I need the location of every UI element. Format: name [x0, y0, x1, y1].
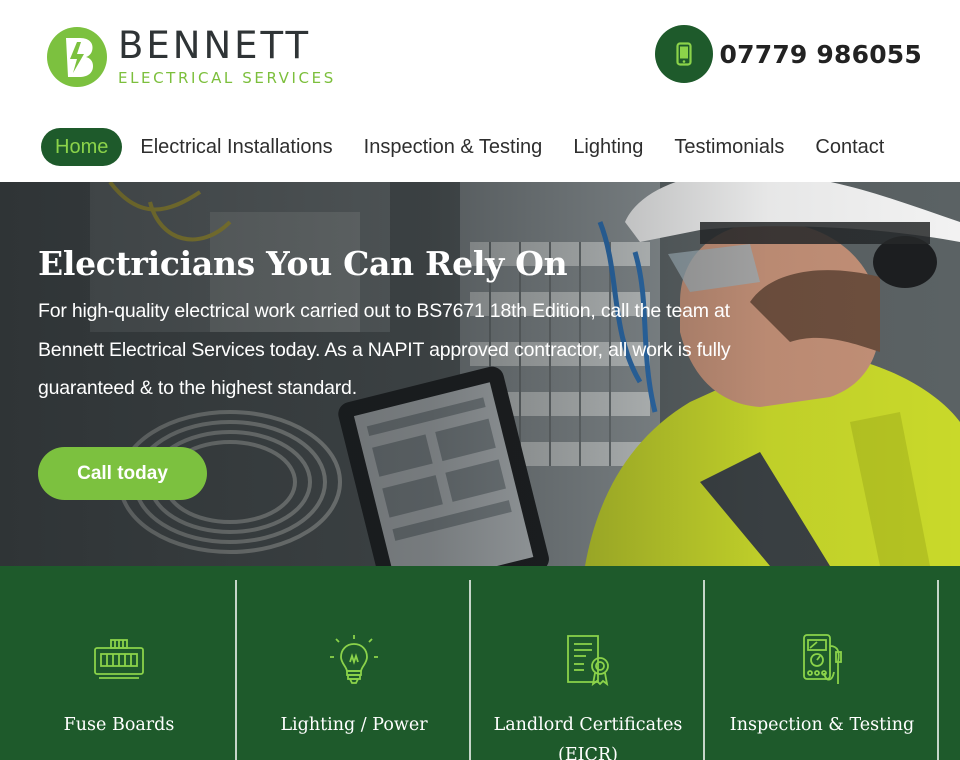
multimeter-icon [803, 634, 842, 684]
hero-banner: Electricians You Can Rely On For high-qu… [0, 182, 960, 566]
hero-title: Electricians You Can Rely On [38, 244, 568, 283]
service-label: Landlord Certificates (EICR) [493, 715, 683, 760]
service-label: Fuse Boards [63, 715, 175, 735]
logo-wordmark: BENNETT ELECTRICAL SERVICES [118, 26, 336, 88]
site-logo[interactable]: BENNETT ELECTRICAL SERVICES [46, 22, 336, 92]
service-inspection-testing[interactable]: Inspection & Testing [705, 580, 939, 760]
nav-inspection-testing[interactable]: Inspection & Testing [349, 128, 558, 166]
logo-subtitle: ELECTRICAL SERVICES [118, 69, 336, 87]
logo-name: BENNETT [118, 24, 312, 67]
phone-number: 07779 986055 [719, 39, 922, 69]
nav-contact[interactable]: Contact [800, 128, 899, 166]
fuse-board-icon [94, 639, 144, 679]
nav-home[interactable]: Home [41, 128, 123, 166]
service-lighting-power[interactable]: Lighting / Power [237, 580, 471, 760]
light-bulb-icon [330, 635, 378, 684]
services-strip: Fuse Boards Lighting / Power Landlord Ce… [0, 566, 960, 760]
service-divider [937, 580, 939, 760]
logo-bolt-icon [47, 27, 107, 87]
service-landlord-certificates[interactable]: Landlord Certificates (EICR) [471, 580, 705, 760]
hero-description: For high-quality electrical work carried… [38, 300, 731, 399]
certificate-icon [567, 635, 609, 687]
service-label: Inspection & Testing [729, 715, 915, 735]
main-nav: Home Electrical Installations Inspection… [41, 127, 900, 167]
nav-lighting[interactable]: Lighting [558, 128, 658, 166]
service-fuse-boards[interactable]: Fuse Boards [2, 580, 236, 760]
phone-link[interactable]: 07779 986055 [654, 25, 922, 83]
mobile-phone-icon [654, 25, 713, 83]
site-header: BENNETT ELECTRICAL SERVICES 07779 986055… [0, 0, 960, 182]
service-label: Lighting / Power [280, 715, 428, 735]
call-today-button[interactable]: Call today [38, 447, 207, 500]
nav-electrical-installations[interactable]: Electrical Installations [125, 128, 347, 166]
nav-testimonials[interactable]: Testimonials [659, 128, 799, 166]
